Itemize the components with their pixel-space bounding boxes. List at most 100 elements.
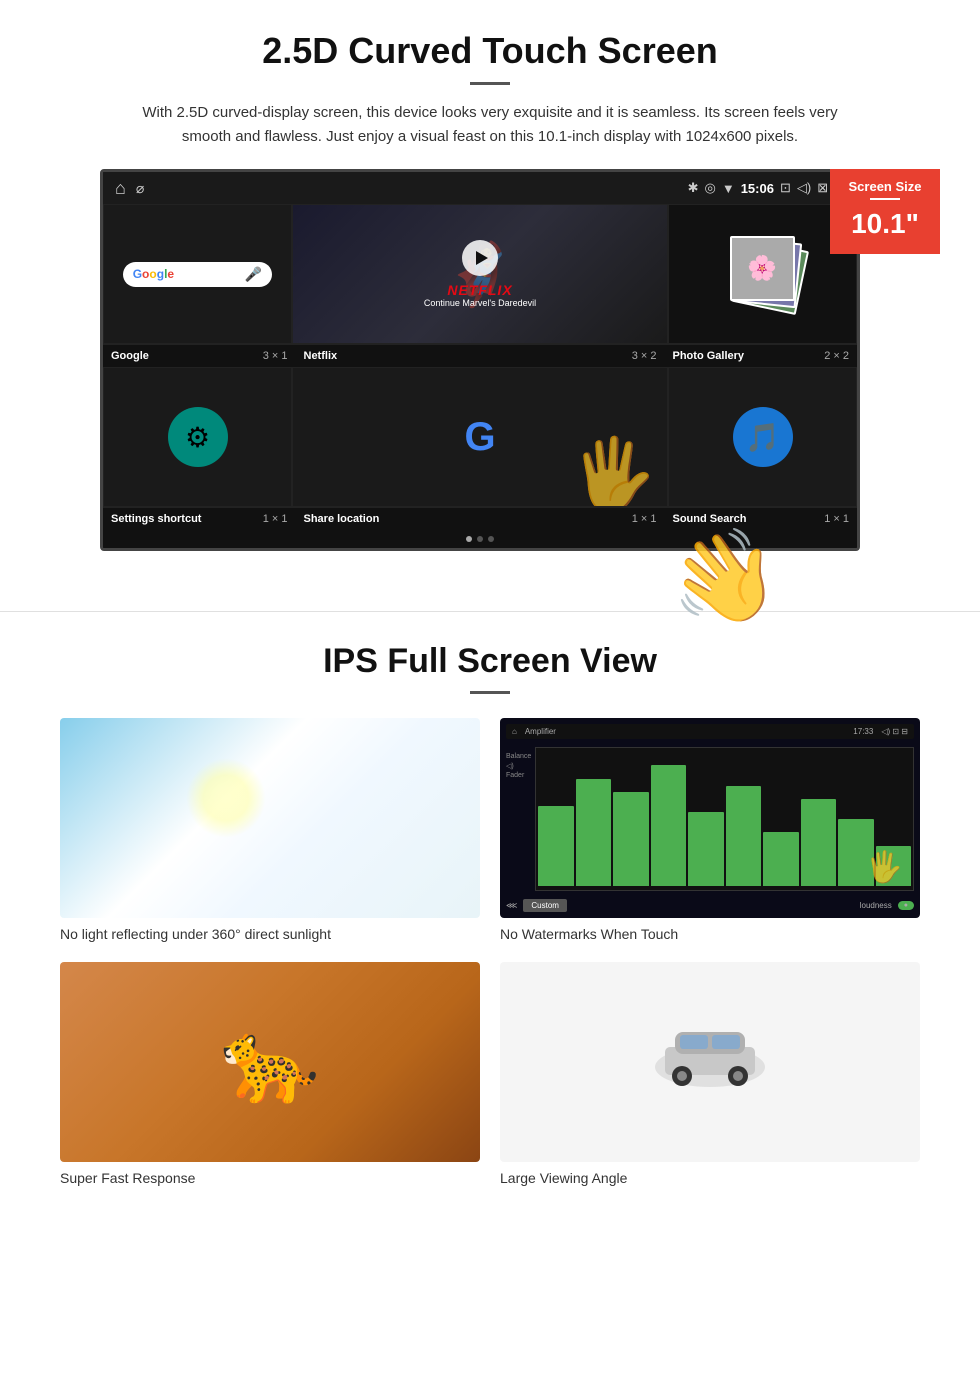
google-name: Google bbox=[111, 350, 149, 362]
sound-size: 1 × 1 bbox=[824, 513, 849, 525]
photo-name: Photo Gallery bbox=[673, 350, 745, 362]
amp-prev: ⋘ bbox=[506, 901, 517, 910]
feature-car: Large Viewing Angle bbox=[500, 962, 920, 1186]
gmaps-icon: G bbox=[464, 415, 495, 460]
amp-header: ⌂ Amplifier 17:33 ◁) ⊡ ⊟ bbox=[506, 724, 914, 739]
netflix-name: Netflix bbox=[304, 350, 338, 362]
amp-custom: Custom bbox=[523, 899, 567, 912]
section2-title: IPS Full Screen View bbox=[60, 642, 920, 681]
car-svg bbox=[640, 992, 780, 1132]
netflix-content: NETFLIX Continue Marvel's Daredevil bbox=[424, 240, 536, 308]
section2-divider bbox=[470, 691, 510, 694]
amp-loudness-label: loudness bbox=[860, 901, 892, 910]
netflix-logo: NETFLIX bbox=[424, 282, 536, 298]
photo-stack: 🌸 bbox=[728, 234, 798, 314]
amplifier-image: ⌂ Amplifier 17:33 ◁) ⊡ ⊟ Balance ◁) Fade… bbox=[500, 718, 920, 918]
section1-title: 2.5D Curved Touch Screen bbox=[60, 30, 920, 72]
flower-icon: 🌸 bbox=[747, 254, 777, 283]
feature-amplifier: ⌂ Amplifier 17:33 ◁) ⊡ ⊟ Balance ◁) Fade… bbox=[500, 718, 920, 942]
cheetah-image bbox=[60, 962, 480, 1162]
settings-icon: ⚙ bbox=[168, 407, 228, 467]
touch-hand: 👋 bbox=[660, 517, 789, 640]
photo-gallery-label: Photo Gallery 2 × 2 bbox=[665, 345, 858, 367]
bluetooth-icon: ✱ bbox=[688, 180, 699, 196]
hand-overlay: 🖐 bbox=[570, 434, 657, 507]
camera-icon: ⊡ bbox=[780, 180, 791, 196]
share-location-cell[interactable]: G 🖐 bbox=[292, 367, 668, 507]
amp-balance: Balance bbox=[506, 753, 531, 760]
photo-gallery-cell[interactable]: 🌸 bbox=[668, 204, 857, 344]
title-divider bbox=[470, 82, 510, 85]
section2-ips: IPS Full Screen View No light reflecting… bbox=[0, 642, 980, 1226]
app-label-row1: Google 3 × 1 Netflix 3 × 2 Photo Gallery… bbox=[103, 344, 857, 367]
amp-bar-1 bbox=[538, 806, 573, 886]
features-grid: No light reflecting under 360° direct su… bbox=[60, 718, 920, 1186]
settings-cell[interactable]: ⚙ bbox=[103, 367, 292, 507]
amp-bars-area: 🖐 bbox=[535, 747, 914, 891]
device-outer: Screen Size 10.1" ⌂ ⌀ ✱ ◎ ▼ 15:06 ⊡ bbox=[100, 169, 880, 551]
sound-search-cell[interactable]: 🎵 bbox=[668, 367, 857, 507]
sound-icon: 🎵 bbox=[733, 407, 793, 467]
amp-left-labels: Balance ◁) Fader bbox=[506, 747, 531, 891]
status-icons: ✱ ◎ ▼ 15:06 ⊡ ◁) ⊠ ⊟ bbox=[688, 180, 845, 196]
amp-bar-8 bbox=[801, 799, 836, 886]
home-icon: ⌂ bbox=[115, 178, 126, 199]
amp-bar-2 bbox=[576, 779, 611, 886]
netflix-size: 3 × 2 bbox=[632, 350, 657, 362]
device-screen: ⌂ ⌀ ✱ ◎ ▼ 15:06 ⊡ ◁) ⊠ ⊟ bbox=[100, 169, 860, 551]
dot-3 bbox=[488, 536, 494, 542]
signal-icon: ▼ bbox=[722, 181, 735, 196]
sunlight-image bbox=[60, 718, 480, 918]
share-size: 1 × 1 bbox=[632, 513, 657, 525]
dot-1 bbox=[466, 536, 472, 542]
feature-sunlight: No light reflecting under 360° direct su… bbox=[60, 718, 480, 942]
app-row2: ⚙ G 🖐 🎵 bbox=[103, 367, 857, 507]
dot-2 bbox=[477, 536, 483, 542]
google-search-bar[interactable]: Google 🎤 bbox=[123, 262, 273, 287]
amp-bar-3 bbox=[613, 792, 648, 886]
screen-size-badge: Screen Size 10.1" bbox=[830, 169, 940, 254]
play-button[interactable] bbox=[462, 240, 498, 276]
volume-icon: ◁) bbox=[797, 180, 811, 196]
amp-bar-7 bbox=[763, 832, 798, 886]
feature-cheetah: Super Fast Response bbox=[60, 962, 480, 1186]
badge-size: 10.1" bbox=[851, 208, 919, 239]
amp-body: Balance ◁) Fader bbox=[506, 747, 914, 891]
google-logo: Google bbox=[133, 267, 174, 281]
amp-volume-icon: ◁) bbox=[506, 762, 531, 770]
amplifier-caption: No Watermarks When Touch bbox=[500, 926, 920, 942]
section-divider bbox=[0, 611, 980, 612]
amp-footer: ⋘ Custom loudness ● bbox=[506, 899, 914, 912]
netflix-app-cell[interactable]: 🦸 NETFLIX Continue Marvel's Daredevil bbox=[292, 204, 668, 344]
share-label: Share location 1 × 1 bbox=[296, 508, 665, 530]
amp-time: 17:33 bbox=[853, 727, 873, 736]
car-caption: Large Viewing Angle bbox=[500, 1170, 920, 1186]
photo-card-3: 🌸 bbox=[730, 236, 795, 301]
amp-bar-4 bbox=[651, 765, 686, 886]
hand-on-amp: 🖐 bbox=[866, 850, 903, 885]
status-bar: ⌂ ⌀ ✱ ◎ ▼ 15:06 ⊡ ◁) ⊠ ⊟ bbox=[103, 172, 857, 204]
netflix-label: Netflix 3 × 2 bbox=[296, 345, 665, 367]
location-icon: ◎ bbox=[704, 180, 715, 196]
share-name: Share location bbox=[304, 513, 380, 525]
amp-home-icon: ⌂ bbox=[512, 727, 517, 736]
x-icon: ⊠ bbox=[817, 180, 828, 196]
google-app-cell[interactable]: Google 🎤 bbox=[103, 204, 292, 344]
badge-label: Screen Size bbox=[836, 179, 934, 194]
photo-size: 2 × 2 bbox=[824, 350, 849, 362]
badge-divider bbox=[870, 198, 900, 200]
usb-icon: ⌀ bbox=[136, 180, 144, 197]
mic-icon: 🎤 bbox=[245, 266, 262, 283]
amp-toggle[interactable]: ● bbox=[898, 901, 914, 910]
netflix-subtitle: Continue Marvel's Daredevil bbox=[424, 298, 536, 308]
google-size: 3 × 1 bbox=[263, 350, 288, 362]
amp-fader: Fader bbox=[506, 772, 531, 779]
section1-curved-touch: 2.5D Curved Touch Screen With 2.5D curve… bbox=[0, 0, 980, 571]
settings-size: 1 × 1 bbox=[263, 513, 288, 525]
amp-bar-5 bbox=[688, 812, 723, 886]
google-label: Google 3 × 1 bbox=[103, 345, 296, 367]
sunlight-caption: No light reflecting under 360° direct su… bbox=[60, 926, 480, 942]
cheetah-caption: Super Fast Response bbox=[60, 1170, 480, 1186]
device-container: Screen Size 10.1" ⌂ ⌀ ✱ ◎ ▼ 15:06 ⊡ bbox=[60, 169, 920, 551]
time-display: 15:06 bbox=[741, 181, 774, 196]
